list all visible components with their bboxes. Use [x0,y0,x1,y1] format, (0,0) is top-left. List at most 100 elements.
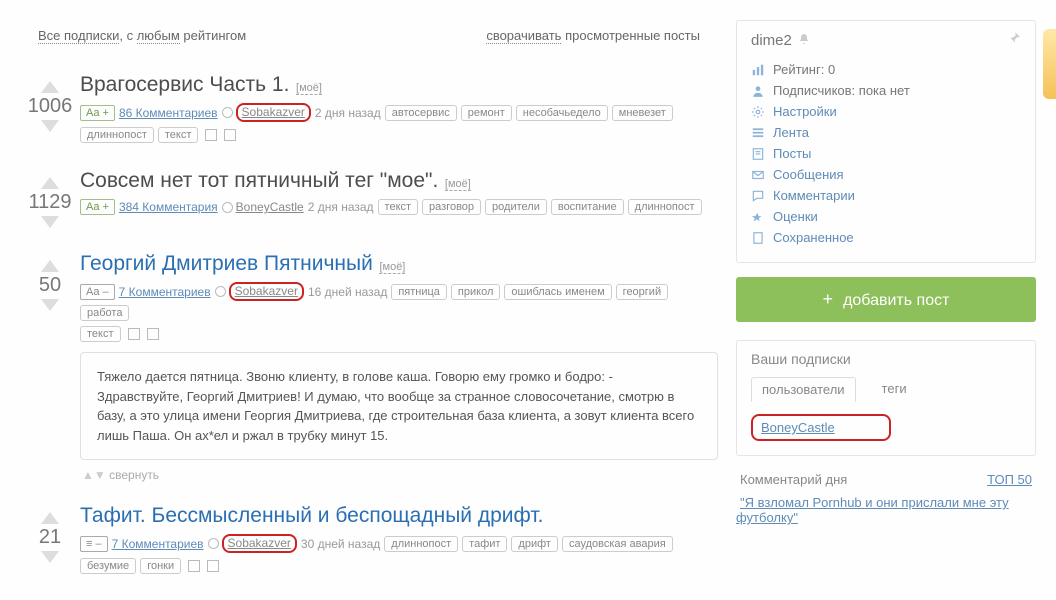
tag[interactable]: гонки [140,558,181,574]
tag[interactable]: безумие [80,558,136,574]
user-icon [222,202,233,213]
link-comments[interactable]: Комментарии [751,185,1021,206]
expand-icon[interactable] [147,328,159,340]
tag[interactable]: длиннопост [80,127,154,143]
subs-tab-tags[interactable]: теги [872,377,917,402]
my-tag[interactable]: [моё] [445,178,471,191]
post-title[interactable]: Совсем нет тот пятничный тег "мое". [80,169,438,192]
post: 50 Георгий Дмитриев Пятничный [моё]Aa –7… [20,252,718,482]
post-title[interactable]: Тафит. Бессмысленный и беспощадный дрифт… [80,504,543,527]
save-icon[interactable] [188,560,200,572]
tag[interactable]: автосервис [385,105,457,121]
link-posts[interactable]: Посты [751,143,1021,164]
downvote-button[interactable] [41,299,59,311]
tag[interactable]: ошиблась именем [504,284,611,300]
comments-link[interactable]: 7 Комментариев [119,285,211,299]
author-link[interactable]: BoneyCastle [236,200,304,214]
tag[interactable]: работа [80,305,129,321]
vote-score: 1129 [20,191,80,214]
add-post-button[interactable]: +добавить пост [736,277,1036,322]
downvote-button[interactable] [41,551,59,563]
font-size-toggle[interactable]: Aa – [80,284,115,300]
upvote-button[interactable] [41,177,59,189]
collapse-button[interactable]: ▲▼ свернуть [82,468,718,482]
save-icon[interactable] [128,328,140,340]
upvote-button[interactable] [41,81,59,93]
my-tag[interactable]: [моё] [379,261,405,274]
comments-link[interactable]: 86 Комментариев [119,106,218,120]
subscriptions-card: Ваши подписки пользователи теги BoneyCas… [736,340,1036,456]
subscription-link[interactable]: BoneyCastle [761,420,835,435]
pin-icon[interactable] [1007,31,1021,49]
user-icon [222,107,233,118]
post-time: 2 дня назад [315,106,381,120]
link-settings[interactable]: Настройки [751,101,1021,122]
tag[interactable]: родители [485,199,547,215]
post: 21 Тафит. Бессмысленный и беспощадный др… [20,504,718,578]
post-title[interactable]: Врагосервис Часть 1. [80,73,289,96]
downvote-button[interactable] [41,120,59,132]
link-feed[interactable]: Лента [751,122,1021,143]
upvote-button[interactable] [41,512,59,524]
save-icon[interactable] [205,129,217,141]
expand-icon[interactable] [207,560,219,572]
author-link[interactable]: Sobakazver [235,284,298,298]
my-tag[interactable]: [моё] [296,82,322,95]
author: Sobakazver [208,534,297,553]
tag[interactable]: несобачьедело [516,105,608,121]
cod-link[interactable]: "Я взломал Pornhub и они прислали мне эт… [736,495,1009,525]
post: 1006 Врагосервис Часть 1. [моё] Aa + 86 Ко… [20,73,718,147]
main-feed: Все подписки, с любым рейтингом сворачив… [20,20,718,600]
font-size-toggle[interactable]: Aa + [80,105,115,121]
font-size-toggle[interactable]: ≡ – [80,536,108,552]
tag[interactable]: ремонт [461,105,512,121]
username[interactable]: dime2 [751,32,792,49]
tag[interactable]: саудовская авария [562,536,673,552]
tag[interactable]: текст [158,127,199,143]
tag[interactable]: мневезет [612,105,673,121]
tag[interactable]: разговор [422,199,481,215]
link-messages[interactable]: Сообщения [751,164,1021,185]
comments-link[interactable]: 384 Комментария [119,200,218,214]
tag[interactable]: длиннопост [384,536,458,552]
tag[interactable]: текст [378,199,419,215]
filter-bar: Все подписки, с любым рейтингом сворачив… [20,20,718,51]
filter-collapse[interactable]: сворачивать [486,28,561,44]
tag[interactable]: текст [80,326,121,342]
user-icon [208,538,219,549]
tag[interactable]: дрифт [511,536,558,552]
expand-icon[interactable] [224,129,236,141]
post-title[interactable]: Георгий Дмитриев Пятничный [80,252,373,275]
author-link[interactable]: Sobakazver [242,105,305,119]
filter-rating-any[interactable]: любым [137,28,180,44]
link-saved[interactable]: Сохраненное [751,227,1021,248]
cod-top-link[interactable]: ТОП 50 [987,472,1032,487]
avatar[interactable] [1043,29,1056,99]
upvote-button[interactable] [41,260,59,272]
bell-icon[interactable] [798,32,810,49]
author-link[interactable]: Sobakazver [228,536,291,550]
font-size-toggle[interactable]: Aa + [80,199,115,215]
comments-link[interactable]: 7 Комментариев [112,537,204,551]
post-excerpt: Тяжело дается пятница. Звоню клиенту, в … [80,352,718,460]
vote-score: 1006 [20,95,80,118]
author: Sobakazver [222,103,311,122]
subs-tab-users[interactable]: пользователи [751,377,856,402]
tag[interactable]: тафит [462,536,507,552]
tag[interactable]: георгий [616,284,668,300]
link-ratings[interactable]: Оценки [751,206,1021,227]
tag[interactable]: длиннопост [628,199,702,215]
user-rating: Рейтинг: 0 [751,59,1021,80]
cod-title: Комментарий дня [740,472,847,487]
downvote-button[interactable] [41,216,59,228]
tag[interactable]: пятница [391,284,447,300]
post-time: 30 дней назад [301,537,380,551]
author: Sobakazver [215,282,304,301]
filter-all-subs[interactable]: Все подписки [38,28,119,44]
plus-icon: + [823,289,834,309]
tag[interactable]: воспитание [551,199,624,215]
tag[interactable]: прикол [451,284,500,300]
author: BoneyCastle [222,200,304,214]
post-time: 16 дней назад [308,285,387,299]
vote-score: 21 [20,526,80,549]
